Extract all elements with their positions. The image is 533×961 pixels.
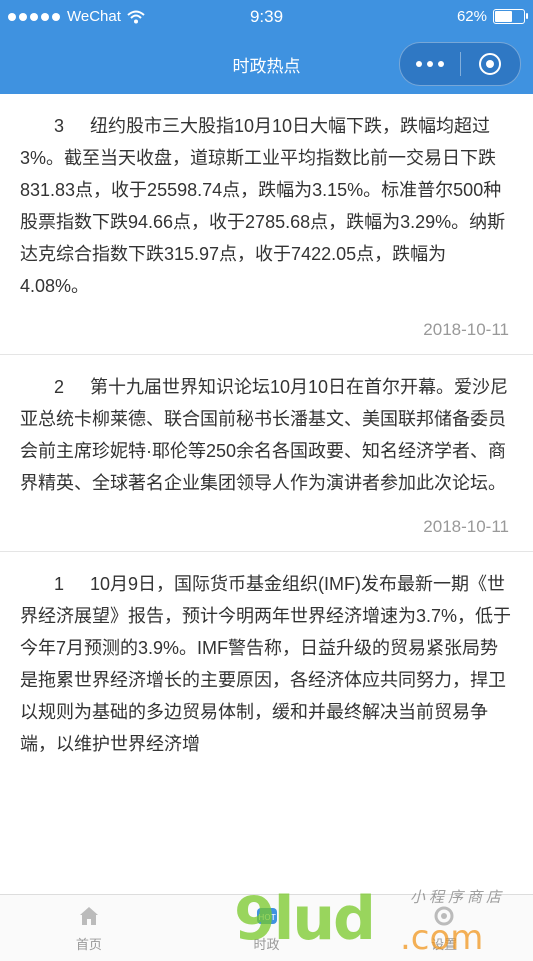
close-ring-icon: [479, 53, 502, 75]
news-item[interactable]: 3 纽约股市三大股指10月10日大幅下跌，跌幅均超过3%。截至当天收盘，道琼斯工业…: [0, 94, 533, 355]
news-item[interactable]: 1 10月9日，国际货币基金组织(IMF)发布最新一期《世界经济展望》报告，预计今…: [0, 552, 533, 774]
battery-indicator: 62%: [456, 8, 528, 25]
news-text: 3 纽约股市三大股指10月10日大幅下跌，跌幅均超过3%。截至当天收盘，道琼斯工业…: [20, 110, 513, 302]
news-text: 2 第十九届世界知识论坛10月10日在首尔开幕。爱沙尼亚总统卡柳莱德、联合国前秘书…: [20, 371, 513, 499]
news-list[interactable]: 3 纽约股市三大股指10月10日大幅下跌，跌幅均超过3%。截至当天收盘，道琼斯工业…: [0, 94, 533, 894]
news-number: 1: [54, 574, 65, 594]
news-date: 2018-10-11: [423, 517, 509, 536]
news-body: 10月9日，国际货币基金组织(IMF)发布最新一期《世界经济展望》报告，预计今明…: [20, 574, 512, 754]
mini-program-capsule: [399, 42, 521, 86]
tab-home-label: 首页: [75, 936, 102, 952]
news-text: 1 10月9日，国际货币基金组织(IMF)发布最新一期《世界经济展望》报告，预计今…: [20, 568, 513, 760]
tab-politics-label: 时政: [253, 936, 280, 952]
news-date: 2018-10-11: [423, 320, 509, 339]
news-item[interactable]: 2 第十九届世界知识论坛10月10日在首尔开幕。爱沙尼亚总统卡柳莱德、联合国前秘书…: [0, 355, 533, 552]
home-icon: [79, 906, 98, 925]
tab-home[interactable]: 首页: [0, 895, 178, 961]
news-body: 第十九届世界知识论坛10月10日在首尔开幕。爱沙尼亚总统卡柳莱德、联合国前秘书长…: [20, 377, 509, 493]
news-number: 3: [54, 116, 65, 136]
battery-icon: [493, 9, 528, 24]
close-mini-program-button[interactable]: [460, 43, 520, 85]
status-bar: WeChat 9:39 62%: [0, 0, 533, 34]
tab-bar: 首页 HOT 时政 设置: [0, 894, 533, 961]
hot-icon: HOT: [256, 907, 277, 924]
svg-text:HOT: HOT: [258, 913, 275, 922]
tab-settings-label: 设置: [431, 936, 458, 952]
clock: 9:39: [249, 7, 284, 26]
news-number: 2: [54, 377, 65, 397]
settings-icon: [434, 906, 454, 925]
more-menu-button[interactable]: [400, 43, 460, 85]
news-body: 纽约股市三大股指10月10日大幅下跌，跌幅均超过3%。截至当天收盘，道琼斯工业平…: [20, 116, 506, 296]
more-dots-icon: [415, 61, 422, 67]
nav-bar: 时政热点: [0, 34, 533, 94]
tab-settings[interactable]: 设置: [355, 895, 533, 961]
battery-percent: 62%: [456, 8, 487, 25]
tab-politics[interactable]: HOT 时政: [178, 895, 356, 961]
